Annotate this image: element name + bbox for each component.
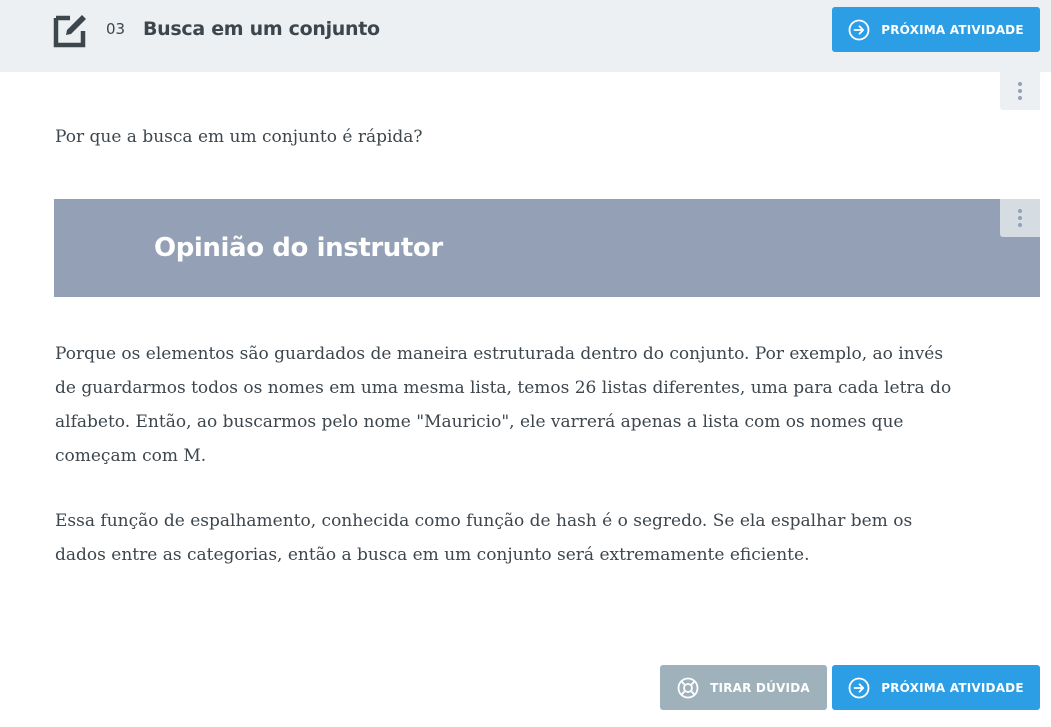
activity-header: 03 Busca em um conjunto PRÓXIMA ATIVIDAD…	[0, 0, 1051, 72]
answer-paragraph: Essa função de espalhamento, conhecida c…	[55, 511, 913, 565]
lifebuoy-icon	[677, 677, 699, 698]
question-text: Por que a busca em um conjunto é rápida?	[55, 127, 423, 147]
next-activity-label: PRÓXIMA ATIVIDADE	[881, 680, 1024, 695]
answer-paragraph: Porque os elementos são guardados de man…	[55, 344, 952, 466]
arrow-right-circle-icon	[848, 19, 870, 40]
ask-question-button[interactable]: TIRAR DÚVIDA	[660, 665, 827, 710]
lesson-title: Busca em um conjunto	[143, 18, 380, 40]
next-activity-button-bottom[interactable]: PRÓXIMA ATIVIDADE	[832, 665, 1040, 710]
instructor-opinion-title: Opinião do instrutor	[154, 233, 443, 263]
ask-question-label: TIRAR DÚVIDA	[710, 680, 810, 695]
edit-icon	[53, 15, 86, 48]
opinion-options-button[interactable]	[1000, 199, 1040, 237]
arrow-right-circle-icon	[848, 677, 870, 698]
next-activity-button-top[interactable]: PRÓXIMA ATIVIDADE	[832, 7, 1040, 52]
instructor-opinion-banner: Opinião do instrutor	[54, 199, 1040, 297]
more-vertical-icon	[1018, 209, 1022, 227]
lesson-number: 03	[106, 20, 126, 38]
next-activity-label: PRÓXIMA ATIVIDADE	[881, 22, 1024, 37]
more-vertical-icon	[1018, 82, 1022, 100]
question-options-button[interactable]	[1000, 72, 1040, 110]
